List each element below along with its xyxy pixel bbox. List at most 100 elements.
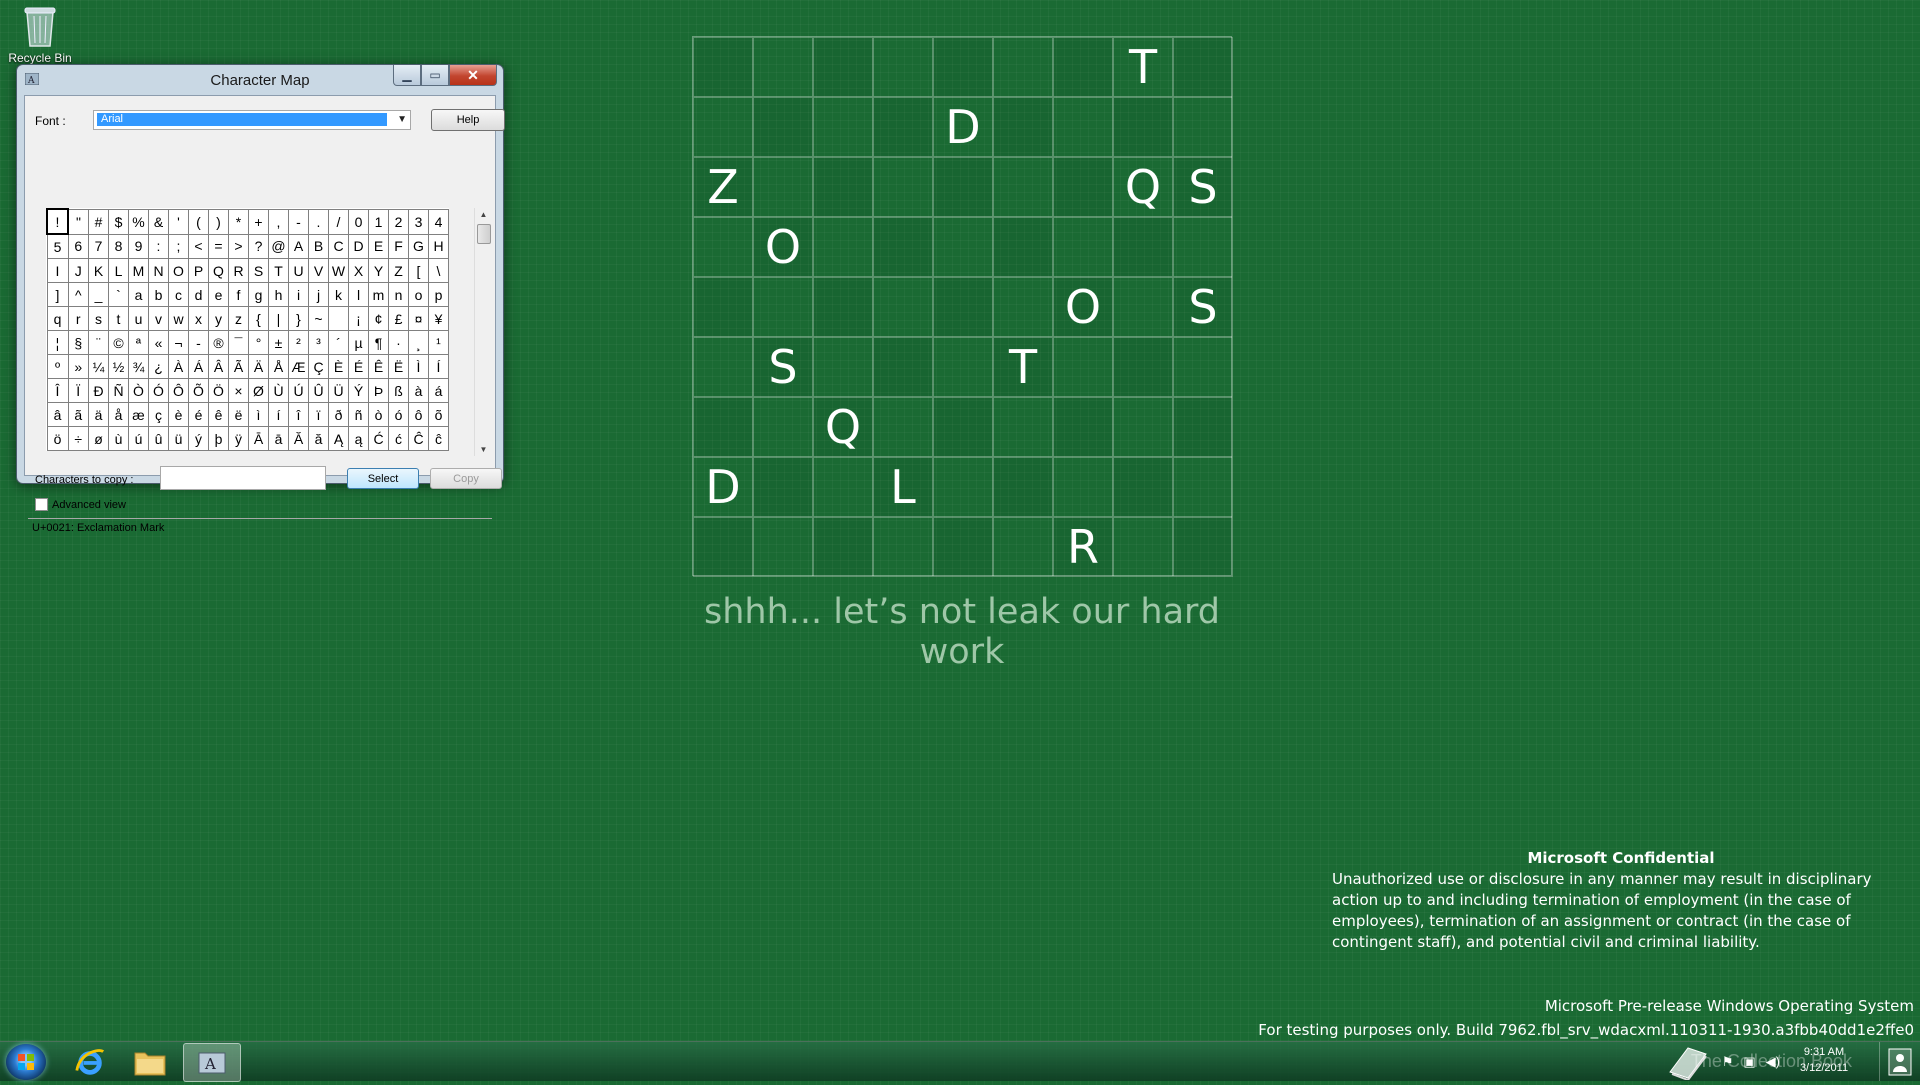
character-cell[interactable]: Ā xyxy=(248,426,269,451)
character-cell[interactable]: Z xyxy=(388,258,409,283)
character-cell[interactable]: ê xyxy=(208,402,229,427)
character-cell[interactable]: Å xyxy=(268,354,289,379)
character-cell[interactable]: ä xyxy=(88,402,109,427)
character-cell[interactable]: ¥ xyxy=(428,306,449,331)
character-cell[interactable]: h xyxy=(268,282,289,307)
character-cell[interactable]: æ xyxy=(128,402,149,427)
character-cell[interactable]: ! xyxy=(46,208,69,235)
character-cell[interactable]: 3 xyxy=(408,208,429,235)
character-cell[interactable]: $ xyxy=(108,208,129,235)
character-cell[interactable]: à xyxy=(408,378,429,403)
character-cell[interactable]: î xyxy=(288,402,309,427)
character-cell[interactable]: Ç xyxy=(308,354,329,379)
character-cell[interactable]: ( xyxy=(188,208,209,235)
character-cell[interactable]: Æ xyxy=(288,354,309,379)
character-cell[interactable]: < xyxy=(188,233,209,259)
character-cell[interactable]: ; xyxy=(168,233,189,259)
character-cell[interactable]: Ø xyxy=(248,378,269,403)
character-cell[interactable]: I xyxy=(46,258,69,283)
character-cell[interactable]: b xyxy=(148,282,169,307)
character-cell[interactable]: 5 xyxy=(46,233,69,259)
character-cell[interactable]: O xyxy=(168,258,189,283)
character-cell[interactable]: @ xyxy=(268,233,289,259)
taskbar-character-map[interactable]: A xyxy=(183,1043,241,1082)
character-cell[interactable]: o xyxy=(408,282,429,307)
character-cell[interactable]: X xyxy=(348,258,369,283)
character-cell[interactable]: ã xyxy=(67,402,89,427)
character-cell[interactable]: B xyxy=(308,233,329,259)
character-cell[interactable]: [ xyxy=(408,258,429,283)
character-cell[interactable]: ¡ xyxy=(348,306,369,331)
character-cell[interactable]: + xyxy=(248,208,269,235)
character-cell[interactable]: ¬ xyxy=(168,330,189,355)
character-cell[interactable]: ¤ xyxy=(408,306,429,331)
character-cell[interactable]: È xyxy=(328,354,349,379)
character-cell[interactable]: Î xyxy=(46,378,69,403)
character-cell[interactable]: - xyxy=(288,208,309,235)
character-cell[interactable]: Ă xyxy=(288,426,309,451)
character-cell[interactable]: » xyxy=(67,354,89,379)
character-cell[interactable]: ª xyxy=(128,330,149,355)
character-cell[interactable]: ½ xyxy=(108,354,129,379)
character-cell[interactable]: J xyxy=(67,258,89,283)
character-cell[interactable]: t xyxy=(108,306,129,331)
character-cell[interactable]: n xyxy=(388,282,409,307)
character-cell[interactable]: « xyxy=(148,330,169,355)
close-button[interactable]: ✕ xyxy=(449,65,497,86)
character-cell[interactable]: Ê xyxy=(368,354,389,379)
character-cell[interactable]: Ë xyxy=(388,354,409,379)
character-cell[interactable]: þ xyxy=(208,426,229,451)
character-cell[interactable]: C xyxy=(328,233,349,259)
title-bar[interactable]: A Character Map ▁ ▭ ✕ xyxy=(17,65,503,93)
character-cell[interactable]: , xyxy=(268,208,289,235)
character-cell[interactable]: % xyxy=(128,208,149,235)
character-cell[interactable]: ì xyxy=(248,402,269,427)
character-cell[interactable]: l xyxy=(348,282,369,307)
minimize-button[interactable]: ▁ xyxy=(393,65,421,86)
character-cell[interactable]: ) xyxy=(208,208,229,235)
character-grid-scrollbar[interactable]: ▲ ▼ xyxy=(474,208,492,456)
character-cell[interactable]: ~ xyxy=(308,306,329,331)
character-cell[interactable]: r xyxy=(67,306,89,331)
character-cell[interactable]: z xyxy=(228,306,249,331)
character-cell[interactable]: À xyxy=(168,354,189,379)
character-cell[interactable]: w xyxy=(168,306,189,331)
character-cell[interactable] xyxy=(328,306,349,331)
character-cell[interactable]: è xyxy=(168,402,189,427)
character-cell[interactable]: Ì xyxy=(408,354,429,379)
character-cell[interactable]: T xyxy=(268,258,289,283)
character-cell[interactable]: Ó xyxy=(148,378,169,403)
character-cell[interactable]: N xyxy=(148,258,169,283)
character-cell[interactable]: Ò xyxy=(128,378,149,403)
character-cell[interactable]: ÿ xyxy=(228,426,249,451)
system-clock[interactable]: 9:31 AM 3/12/2011 xyxy=(1788,1044,1860,1076)
character-cell[interactable]: = xyxy=(208,233,229,259)
character-cell[interactable]: ā xyxy=(268,426,289,451)
character-cell[interactable]: ù xyxy=(108,426,129,451)
character-cell[interactable]: ß xyxy=(388,378,409,403)
character-cell[interactable]: Ć xyxy=(368,426,389,451)
character-cell[interactable]: ® xyxy=(208,330,229,355)
character-cell[interactable]: ¯ xyxy=(228,330,249,355)
character-cell[interactable]: ă xyxy=(308,426,329,451)
character-cell[interactable]: ö xyxy=(46,426,69,451)
character-cell[interactable]: Ï xyxy=(67,378,89,403)
character-cell[interactable]: © xyxy=(108,330,129,355)
character-cell[interactable]: Ĉ xyxy=(408,426,429,451)
character-cell[interactable]: ° xyxy=(248,330,269,355)
character-cell[interactable]: ć xyxy=(388,426,409,451)
character-cell[interactable]: / xyxy=(328,208,349,235)
advanced-view-option[interactable]: Advanced view xyxy=(35,498,126,511)
scroll-down-icon[interactable]: ▼ xyxy=(475,445,492,454)
advanced-view-checkbox[interactable] xyxy=(35,498,48,511)
character-cell[interactable]: Ð xyxy=(88,378,109,403)
character-cell[interactable]: ] xyxy=(46,282,69,307)
character-cell[interactable]: s xyxy=(88,306,109,331)
character-cell[interactable]: ´ xyxy=(328,330,349,355)
characters-to-copy-input[interactable] xyxy=(160,466,326,490)
character-cell[interactable]: ò xyxy=(368,402,389,427)
character-cell[interactable]: ą xyxy=(348,426,369,451)
dropdown-arrow-icon[interactable]: ▼ xyxy=(397,114,407,125)
character-cell[interactable]: d xyxy=(188,282,209,307)
character-cell[interactable]: Í xyxy=(428,354,449,379)
